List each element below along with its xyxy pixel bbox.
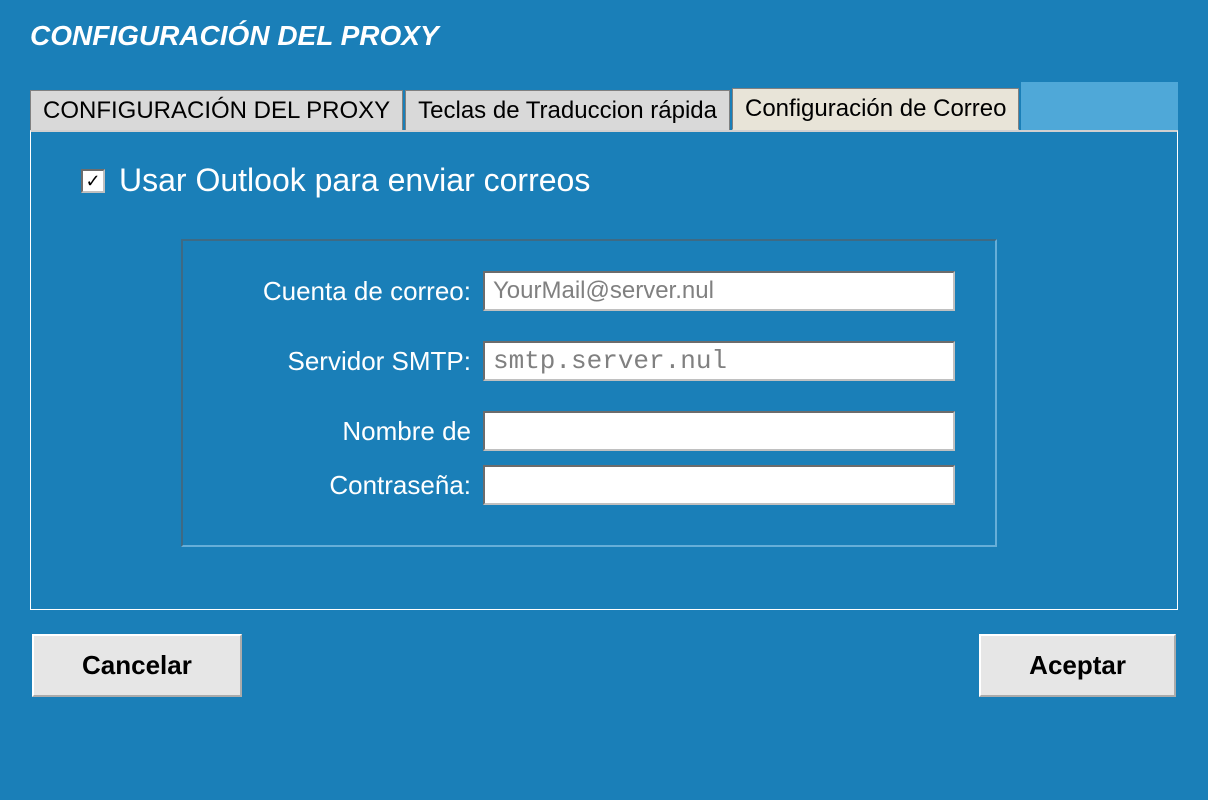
tab-hotkeys[interactable]: Teclas de Traduccion rápida bbox=[405, 90, 730, 131]
smtp-label: Servidor SMTP: bbox=[223, 346, 483, 377]
username-label: Nombre de bbox=[223, 416, 483, 447]
button-row: Cancelar Aceptar bbox=[30, 634, 1178, 697]
account-row: Cuenta de correo: bbox=[223, 271, 955, 311]
use-outlook-label: Usar Outlook para enviar correos bbox=[119, 162, 590, 199]
smtp-row: Servidor SMTP: bbox=[223, 341, 955, 381]
account-label: Cuenta de correo: bbox=[223, 276, 483, 307]
password-label: Contraseña: bbox=[223, 470, 483, 501]
proxy-config-window: CONFIGURACIÓN DEL PROXY CONFIGURACIÓN DE… bbox=[0, 0, 1208, 800]
use-outlook-row: ✓ Usar Outlook para enviar correos bbox=[81, 162, 1127, 199]
username-input[interactable] bbox=[483, 411, 955, 451]
password-row: Contraseña: bbox=[223, 465, 955, 505]
tab-spacer bbox=[1021, 82, 1178, 130]
window-title: CONFIGURACIÓN DEL PROXY bbox=[0, 0, 1208, 62]
accept-button[interactable]: Aceptar bbox=[979, 634, 1176, 697]
content-area: CONFIGURACIÓN DEL PROXY Teclas de Traduc… bbox=[0, 62, 1208, 717]
username-row: Nombre de bbox=[223, 411, 955, 451]
tabs-row: CONFIGURACIÓN DEL PROXY Teclas de Traduc… bbox=[30, 82, 1178, 130]
mail-form-group: Cuenta de correo: Servidor SMTP: Nombre … bbox=[181, 239, 997, 547]
tab-mail-config[interactable]: Configuración de Correo bbox=[732, 88, 1019, 130]
cancel-button[interactable]: Cancelar bbox=[32, 634, 242, 697]
use-outlook-checkbox[interactable]: ✓ bbox=[81, 169, 105, 193]
tab-proxy-config[interactable]: CONFIGURACIÓN DEL PROXY bbox=[30, 90, 403, 131]
smtp-input[interactable] bbox=[483, 341, 955, 381]
account-input[interactable] bbox=[483, 271, 955, 311]
mail-config-panel: ✓ Usar Outlook para enviar correos Cuent… bbox=[30, 130, 1178, 610]
password-input[interactable] bbox=[483, 465, 955, 505]
